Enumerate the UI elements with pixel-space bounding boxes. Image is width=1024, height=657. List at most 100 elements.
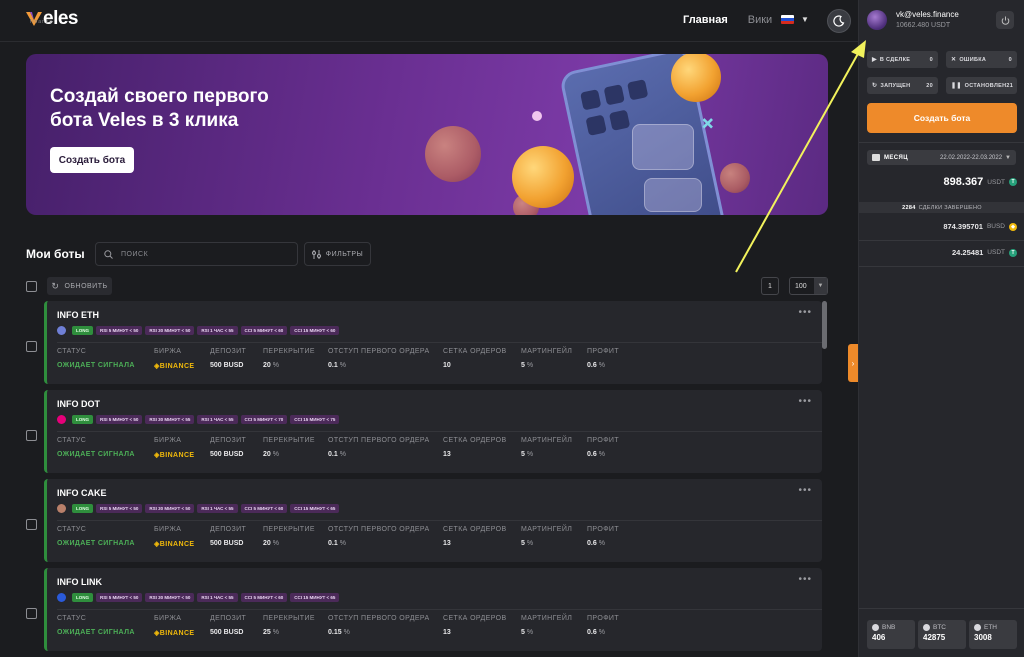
logout-button[interactable] [996,11,1014,29]
status-error-button[interactable]: ✕ ОШИБКА 0 [946,51,1017,68]
stat-status: СТАТУС ОЖИДАЕТ СИГНАЛА [57,437,135,458]
search-box[interactable] [95,242,298,266]
select-all-checkbox[interactable] [26,281,37,292]
stat-number: 25 [263,629,271,636]
ticker-eth[interactable]: ETH 3008 [969,620,1017,649]
bot-select-checkbox[interactable] [26,608,37,619]
stat-first-order-offset: ОТСТУП ПЕРВОГО ОРДЕРА 0.15 % [328,615,430,636]
expand-panel-tab[interactable]: › [848,344,858,382]
period-select[interactable]: МЕСЯЦ 22.02.2022-22.03.2022 ▼ [867,150,1016,165]
ticker-name: BTC [923,624,961,631]
pagination-page-button[interactable]: 1 [761,277,779,295]
ticker-price: 42875 [923,633,946,642]
busd-currency: BUSD [986,223,1005,230]
stat-label: БИРЖА [154,437,182,444]
status-in-deal-button[interactable]: ▶ В СДЕЛКЕ 0 [867,51,938,68]
exchange-name: BINANCE [159,630,195,637]
refresh-button[interactable]: ↻ ОБНОВИТЬ [47,277,112,295]
create-bot-button[interactable]: Создать бота [867,103,1017,133]
stat-value: 5 % [521,451,572,458]
ticker-name: ETH [974,624,1012,631]
bot-card[interactable]: INFO LINK ••• LONG RSI 5 МИНУТ < 50 RSI 30… [44,568,822,651]
search-input[interactable] [121,250,281,258]
card-divider [57,431,822,432]
status-value: ОЖИДАЕТ СИГНАЛА [57,362,135,369]
bot-card[interactable]: INFO CAKE ••• LONG RSI 5 МИНУТ < 50 RSI 30… [44,479,822,562]
filters-button[interactable]: ФИЛЬТРЫ [304,242,371,266]
divider [859,266,1024,267]
avatar[interactable] [867,10,887,30]
stat-label: ПРОФИТ [587,615,620,622]
stat-value: 5 % [521,362,572,369]
stat-value: 500 BUSD [210,629,244,636]
stat-label: СТАТУС [57,437,87,444]
stat-value: 13 [443,629,451,636]
theme-toggle-button[interactable] [827,9,851,33]
stat-unit: % [526,451,534,458]
indicator-tag: CCI 5 МИНУТ < 70 [240,415,288,424]
deals-label: СДЕЛКИ ЗАВЕРШЕНО [918,204,982,211]
stat-label: ПЕРЕКРЫТИЕ [263,348,315,355]
bot-select-checkbox[interactable] [26,519,37,530]
bot-name: INFO ETH [57,310,99,320]
indicator-tag: CCI 15 МИНУТ < 60 [290,326,340,335]
bot-select-checkbox[interactable] [26,430,37,441]
stat-martingale: МАРТИНГЕЙЛ 5 % [521,348,572,369]
more-options-icon[interactable]: ••• [798,485,812,496]
nav-wiki-link[interactable]: Вики [748,14,772,26]
stat-unit: % [339,451,346,458]
bot-select-checkbox[interactable] [26,341,37,352]
indicator-tag: CCI 5 МИНУТ < 60 [240,504,288,513]
more-options-icon[interactable]: ••• [798,307,812,318]
banner-create-bot-button[interactable]: Создать бота [50,147,134,173]
nav-home-link[interactable]: Главная [683,14,728,26]
ticker-btc[interactable]: BTC 42875 [918,620,966,649]
status-stopped-button[interactable]: ❚❚ ОСТАНОВЛЕН 21 [946,77,1017,94]
coin-illustration [512,146,574,208]
stat-value: 5 % [521,629,572,636]
ticker-bnb[interactable]: BNB 406 [867,620,915,649]
indicator-tag: CCI 15 МИНУТ < 65 [290,593,340,602]
stat-value: 0.6 % [587,451,619,458]
coin-illustration [425,126,481,182]
indicator-tag: RSI 5 МИНУТ < 50 [96,326,143,335]
bot-card[interactable]: INFO DOT ••• LONG RSI 5 МИНУТ < 50 RSI 30 … [44,390,822,473]
stat-value: 20 % [263,540,315,547]
card-divider [57,342,822,343]
more-options-icon[interactable]: ••• [798,396,812,407]
stat-label: СТАТУС [57,615,87,622]
more-options-icon[interactable]: ••• [798,574,812,585]
exchange-name: BINANCE [159,452,195,459]
stat-unit: % [598,629,605,636]
stat-number: 20 [263,451,271,458]
coin-icon [57,326,66,335]
eth-icon [974,624,981,631]
stat-number: 5 [521,629,525,636]
stat-label: ДЕПОЗИТ [210,348,247,355]
stat-unit: % [343,629,350,636]
scrollbar-thumb[interactable] [822,301,827,349]
russian-flag-icon[interactable] [781,15,794,24]
promo-banner: Создай своего первого бота Veles в 3 кли… [26,54,828,215]
scrollbar-track[interactable] [822,301,827,657]
indicator-tag: CCI 15 МИНУТ < 75 [290,415,340,424]
per-page-select[interactable]: 100 ▼ [789,277,828,295]
card-illustration [644,178,702,212]
calendar-icon [872,154,880,161]
exchange-name: BINANCE [159,541,195,548]
status-running-button[interactable]: ↻ ЗАПУЩЕН 20 [867,77,938,94]
stat-profit: ПРОФИТ 0.6 % [587,615,619,636]
stat-label: МАРТИНГЕЙЛ [521,526,573,533]
language-dropdown-caret-icon[interactable]: ▼ [801,15,809,24]
stat-value: 13 [443,451,451,458]
indicator-tag: CCI 15 МИНУТ < 65 [290,504,340,513]
bot-name: INFO LINK [57,577,102,587]
stat-value: 13 [443,540,451,547]
indicator-tag: CCI 5 МИНУТ < 60 [240,326,288,335]
long-badge: LONG [72,415,93,424]
ticker-symbol: BTC [933,624,946,631]
stat-unit: % [598,451,605,458]
stat-label: БИРЖА [154,615,182,622]
top-header: eles finance Главная Вики ▼ [0,0,858,42]
bot-card[interactable]: INFO ETH ••• LONG RSI 5 МИНУТ < 50 RSI 30 … [44,301,822,384]
